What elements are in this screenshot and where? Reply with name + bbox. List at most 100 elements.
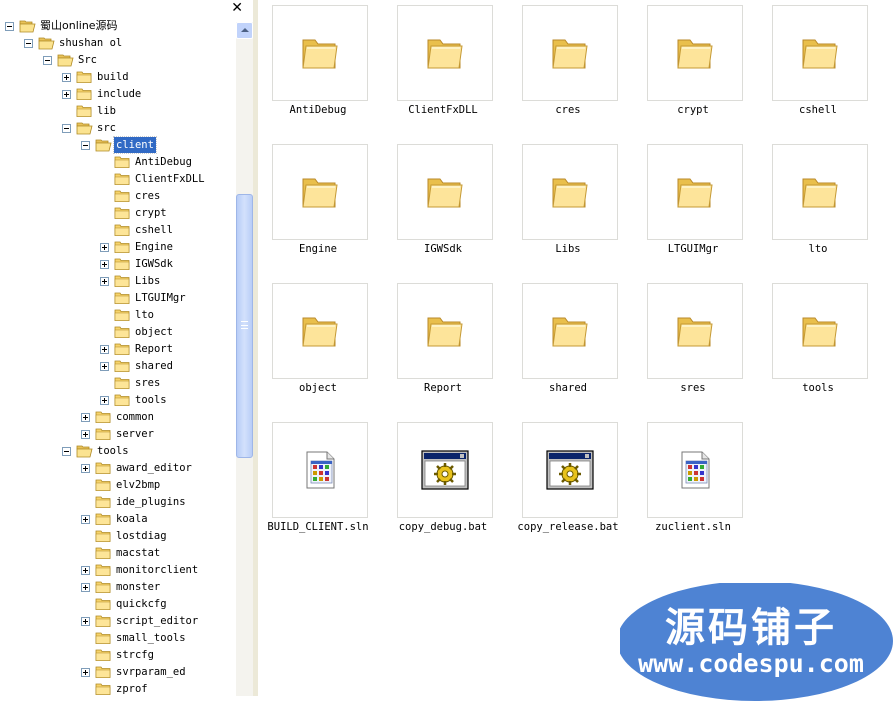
expand-icon[interactable] xyxy=(100,277,109,286)
tree-node[interactable]: lto xyxy=(0,307,236,324)
expand-icon[interactable] xyxy=(81,583,90,592)
folder-item[interactable]: Report xyxy=(383,278,503,408)
tree-node[interactable]: macstat xyxy=(0,545,236,562)
tree-node-label: script_editor xyxy=(116,615,199,627)
tree-node[interactable]: quickcfg xyxy=(0,596,236,613)
tree-node[interactable]: AntiDebug xyxy=(0,154,236,171)
folder-item[interactable]: shared xyxy=(508,278,628,408)
collapse-icon[interactable] xyxy=(24,39,33,48)
tree-node[interactable]: tools xyxy=(0,443,236,460)
expand-icon[interactable] xyxy=(62,73,71,82)
folder-item[interactable]: cshell xyxy=(758,0,878,130)
tree-node[interactable]: monitorclient xyxy=(0,562,236,579)
tree-node-label: Libs xyxy=(135,275,161,287)
file-item[interactable]: BUILD_CLIENT.sln xyxy=(258,417,378,547)
tree-node[interactable]: client xyxy=(0,136,236,154)
expand-icon[interactable] xyxy=(81,430,90,439)
tree-node[interactable]: Src xyxy=(0,52,236,69)
tree-node[interactable]: tools xyxy=(0,392,236,409)
tree-node[interactable]: common xyxy=(0,409,236,426)
folder-item[interactable]: tools xyxy=(758,278,878,408)
tree-node[interactable]: script_editor xyxy=(0,613,236,630)
expand-icon[interactable] xyxy=(100,396,109,405)
expand-icon[interactable] xyxy=(62,90,71,99)
expand-icon[interactable] xyxy=(81,566,90,575)
tree-node[interactable]: award_editor xyxy=(0,460,236,477)
collapse-icon[interactable] xyxy=(81,141,90,150)
folder-item[interactable]: lto xyxy=(758,139,878,269)
tree-node[interactable]: koala xyxy=(0,511,236,528)
close-pane-button[interactable]: ✕ xyxy=(231,0,243,16)
tree-node[interactable]: shared xyxy=(0,358,236,375)
folder-icon xyxy=(114,257,131,271)
folder-item[interactable]: ClientFxDLL xyxy=(383,0,503,130)
folder-item[interactable]: LTGUIMgr xyxy=(633,139,753,269)
expand-icon[interactable] xyxy=(81,413,90,422)
tree-node[interactable]: lib xyxy=(0,103,236,120)
collapse-icon[interactable] xyxy=(43,56,52,65)
tree-node[interactable]: strcfg xyxy=(0,647,236,664)
tree-node[interactable]: build xyxy=(0,69,236,86)
tree-node[interactable]: server xyxy=(0,426,236,443)
tree-node[interactable]: crypt xyxy=(0,205,236,222)
tree-node[interactable]: svrparam_ed xyxy=(0,664,236,681)
tree-node[interactable]: IGWSdk xyxy=(0,256,236,273)
collapse-icon[interactable] xyxy=(62,124,71,133)
folder-item[interactable]: sres xyxy=(633,278,753,408)
tree-node[interactable]: small_tools xyxy=(0,630,236,647)
folder-item[interactable]: object xyxy=(258,278,378,408)
tree-node-label: client xyxy=(113,136,157,154)
tree-node[interactable]: elv2bmp xyxy=(0,477,236,494)
tree-node[interactable]: zprof xyxy=(0,681,236,696)
folder-item[interactable]: Libs xyxy=(508,139,628,269)
tree-node[interactable]: monster xyxy=(0,579,236,596)
tree-node[interactable]: shushan ol xyxy=(0,35,236,52)
large-folder-icon xyxy=(802,317,838,347)
tree-node[interactable]: Libs xyxy=(0,273,236,290)
item-label: shared xyxy=(549,382,587,394)
folder-icon xyxy=(114,223,131,237)
tree-node[interactable]: Report xyxy=(0,341,236,358)
expand-icon[interactable] xyxy=(81,515,90,524)
item-label: Libs xyxy=(555,243,581,255)
expand-icon[interactable] xyxy=(81,464,90,473)
expand-icon[interactable] xyxy=(100,362,109,371)
folder-item[interactable]: AntiDebug xyxy=(258,0,378,130)
collapse-icon[interactable] xyxy=(5,22,14,31)
expand-icon[interactable] xyxy=(81,668,90,677)
tree-node-label: cshell xyxy=(135,224,173,236)
tree-node[interactable]: cres xyxy=(0,188,236,205)
folder-icon xyxy=(95,546,112,560)
tree-node[interactable]: LTGUIMgr xyxy=(0,290,236,307)
scroll-up-button[interactable] xyxy=(236,22,253,39)
expand-icon[interactable] xyxy=(81,617,90,626)
open-folder-icon xyxy=(76,444,93,458)
folder-icon xyxy=(76,87,93,101)
tree-node[interactable]: ide_plugins xyxy=(0,494,236,511)
folder-item[interactable]: cres xyxy=(508,0,628,130)
scroll-thumb[interactable] xyxy=(236,194,253,458)
expand-icon[interactable] xyxy=(100,260,109,269)
file-item[interactable]: zuclient.sln xyxy=(633,417,753,547)
file-item[interactable]: copy_debug.bat xyxy=(383,417,503,547)
tree-node[interactable]: 蜀山online源码 xyxy=(0,18,236,35)
tree-node[interactable]: Engine xyxy=(0,239,236,256)
tree-node[interactable]: include xyxy=(0,86,236,103)
folder-item[interactable]: crypt xyxy=(633,0,753,130)
folder-item[interactable]: IGWSdk xyxy=(383,139,503,269)
expand-icon[interactable] xyxy=(100,243,109,252)
folder-item[interactable]: Engine xyxy=(258,139,378,269)
item-label: BUILD_CLIENT.sln xyxy=(267,521,369,533)
tree-node-label: LTGUIMgr xyxy=(135,292,186,304)
tree-node[interactable]: lostdiag xyxy=(0,528,236,545)
folder-icon xyxy=(114,155,131,169)
tree-node[interactable]: object xyxy=(0,324,236,341)
expand-icon[interactable] xyxy=(100,345,109,354)
tree-scrollbar[interactable] xyxy=(236,22,253,696)
tree-node[interactable]: cshell xyxy=(0,222,236,239)
collapse-icon[interactable] xyxy=(62,447,71,456)
tree-node[interactable]: src xyxy=(0,120,236,137)
tree-node[interactable]: sres xyxy=(0,375,236,392)
tree-node[interactable]: ClientFxDLL xyxy=(0,171,236,188)
file-item[interactable]: copy_release.bat xyxy=(508,417,628,547)
